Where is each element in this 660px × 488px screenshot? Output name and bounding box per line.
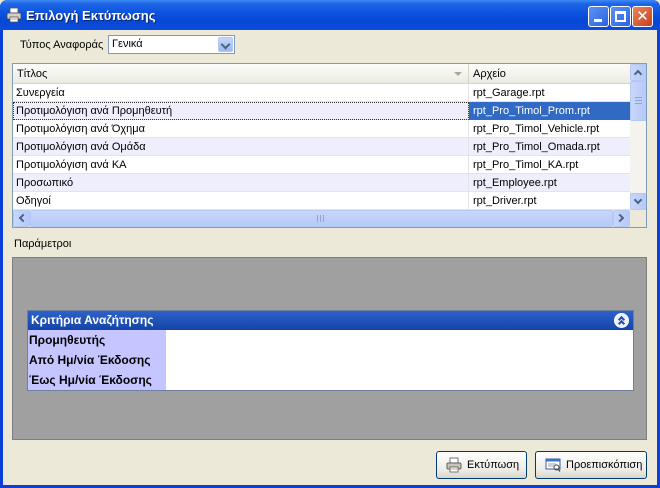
criterion-date-to[interactable]: Έως Ημ/νία Έκδοσης	[28, 370, 166, 390]
grid-header: Τίτλος Αρχείο	[13, 64, 630, 84]
reports-grid: Τίτλος Αρχείο Συνεργεία rpt_Garage.rpt Π…	[12, 63, 647, 228]
chevron-left-icon	[18, 213, 28, 223]
cell-title: Συνεργεία	[13, 84, 469, 102]
criterion-date-from[interactable]: Από Ημ/νία Έκδοσης	[28, 350, 166, 370]
preview-button[interactable]: Προεπισκόπιση	[535, 451, 647, 479]
grip-line	[320, 215, 321, 222]
preview-button-label: Προεπισκόπιση	[566, 459, 643, 471]
double-chevron-up-icon	[617, 319, 626, 328]
chevron-down-icon	[220, 39, 231, 50]
cell-title: Οδηγοί	[13, 192, 469, 210]
dialog-body: Τύπος Αναφοράς Γενικά Τίτλος Αρχείο Συνε…	[3, 30, 657, 485]
print-button[interactable]: Εκτύπωση	[436, 451, 527, 479]
close-icon: ✕	[636, 8, 649, 25]
maximize-button[interactable]	[610, 6, 631, 27]
print-preview-icon	[545, 458, 561, 472]
vertical-scrollbar[interactable]	[630, 64, 646, 210]
minimize-icon	[594, 19, 602, 22]
criterion-supplier[interactable]: Προμηθευτής	[28, 330, 166, 350]
window-title: Επιλογή Εκτύπωσης	[26, 8, 156, 23]
criteria-list: Προμηθευτής Από Ημ/νία Έκδοσης Έως Ημ/νί…	[28, 330, 166, 390]
title-bar[interactable]: Επιλογή Εκτύπωσης ✕	[0, 0, 660, 30]
chevron-right-icon	[615, 213, 625, 223]
grip-line	[635, 103, 642, 104]
printer-icon	[6, 7, 22, 23]
chevron-down-icon	[633, 195, 643, 205]
maximize-icon	[615, 11, 626, 22]
grip-line	[635, 100, 642, 101]
grip-line	[317, 215, 318, 222]
cell-file: rpt_Employee.rpt	[473, 177, 557, 189]
grid-rows: Συνεργεία rpt_Garage.rpt Προτιμολόγιση α…	[13, 84, 630, 210]
cell-file: rpt_Pro_Timol_Vehicle.rpt	[473, 123, 600, 135]
table-row[interactable]: Προτιμολόγιση ανά Ομάδα rpt_Pro_Timol_Om…	[13, 138, 630, 156]
column-header-file[interactable]: Αρχείο	[469, 64, 630, 84]
printer-icon	[446, 457, 462, 473]
report-type-dropdown[interactable]: Γενικά	[108, 35, 235, 54]
minimize-button[interactable]	[588, 6, 609, 27]
horizontal-scroll-thumb[interactable]	[30, 210, 613, 227]
dropdown-button[interactable]	[218, 37, 233, 52]
cell-title: Προτιμολόγιση ανά Ομάδα	[13, 138, 469, 156]
report-type-value: Γενικά	[112, 38, 143, 50]
table-row-selected[interactable]: Προτιμολόγιση ανά Προμηθευτή rpt_Pro_Tim…	[13, 102, 630, 120]
table-row[interactable]: Οδηγοί rpt_Driver.rpt	[13, 192, 630, 210]
cell-title: Προτιμολόγιση ανά Προμηθευτή	[13, 102, 469, 120]
print-selection-window: Επιλογή Εκτύπωσης ✕ Τύπος Αναφοράς Γενικ…	[0, 0, 660, 488]
cell-file: rpt_Pro_Timol_KA.rpt	[473, 159, 579, 171]
cell-file: rpt_Pro_Timol_Omada.rpt	[473, 141, 600, 153]
table-row[interactable]: Προτιμολόγιση ανά ΚΑ rpt_Pro_Timol_KA.rp…	[13, 156, 630, 174]
scroll-up-button[interactable]	[630, 64, 646, 81]
parameters-panel: Κριτήρια Αναζήτησης Προμηθευτής Από Ημ/ν…	[12, 257, 647, 440]
cell-file: rpt_Garage.rpt	[473, 87, 545, 99]
vertical-scroll-thumb[interactable]	[630, 81, 646, 121]
scroll-right-button[interactable]	[613, 210, 630, 227]
horizontal-scrollbar[interactable]	[13, 210, 630, 227]
scrollbar-corner	[630, 210, 646, 227]
print-button-label: Εκτύπωση	[467, 459, 520, 471]
scroll-down-button[interactable]	[630, 193, 646, 210]
chevron-up-icon	[633, 69, 643, 79]
table-row[interactable]: Συνεργεία rpt_Garage.rpt	[13, 84, 630, 102]
collapse-button[interactable]	[614, 313, 629, 328]
search-criteria-title: Κριτήρια Αναζήτησης	[31, 313, 154, 327]
cell-title: Προτιμολόγιση ανά Όχημα	[13, 120, 469, 138]
cell-file: rpt_Pro_Timol_Prom.rpt	[469, 102, 630, 120]
sort-arrow-icon	[454, 72, 462, 76]
cell-file: rpt_Driver.rpt	[473, 195, 537, 207]
table-row[interactable]: Προτιμολόγιση ανά Όχημα rpt_Pro_Timol_Ve…	[13, 120, 630, 138]
scroll-left-button[interactable]	[13, 210, 30, 227]
report-type-label: Τύπος Αναφοράς	[20, 39, 104, 51]
grip-line	[323, 215, 324, 222]
parameters-label: Παράμετροι	[14, 238, 72, 250]
cell-title: Προσωπικό	[13, 174, 469, 192]
grip-line	[635, 97, 642, 98]
column-header-title[interactable]: Τίτλος	[13, 64, 469, 84]
table-row[interactable]: Προσωπικό rpt_Employee.rpt	[13, 174, 630, 192]
search-criteria-header[interactable]: Κριτήρια Αναζήτησης	[28, 311, 633, 330]
cell-title: Προτιμολόγιση ανά ΚΑ	[13, 156, 469, 174]
close-button[interactable]: ✕	[632, 6, 653, 27]
search-criteria-box: Κριτήρια Αναζήτησης Προμηθευτής Από Ημ/ν…	[27, 310, 634, 391]
